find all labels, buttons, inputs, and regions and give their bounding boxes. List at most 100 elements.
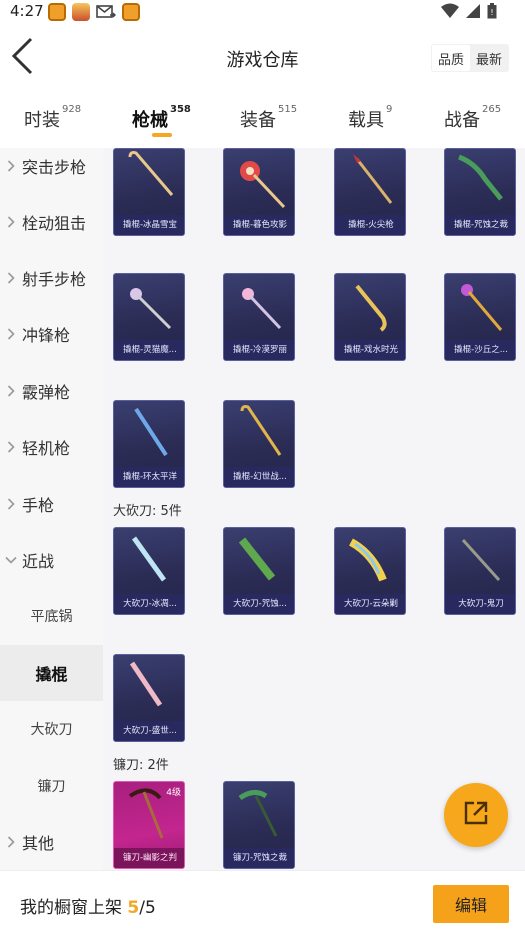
sidebar-item-melee[interactable]: 近战 [0, 532, 103, 588]
sidebar-item-label: 霰弹枪 [22, 383, 71, 402]
chevron-right-icon [0, 441, 22, 453]
tab-count: 928 [62, 104, 82, 115]
sidebar-item-bolt-sniper[interactable]: 栓动狙击 [0, 194, 103, 250]
item-card[interactable]: 撬棍-冷漠罗丽 [223, 273, 295, 361]
status-time: 4:27 [10, 2, 44, 20]
section-header-sickle: 镰刀: 2件 [113, 758, 169, 773]
sidebar-subitem-machete[interactable]: 大砍刀 [0, 701, 103, 757]
notification-icons [48, 3, 140, 25]
tab-label: 战备 [444, 110, 480, 131]
sidebar-item-lmg[interactable]: 轻机枪 [0, 419, 103, 475]
tab-equipment[interactable]: 装备515 [240, 104, 298, 132]
item-name: 撬棍-冷漠罗丽 [224, 340, 294, 360]
item-card[interactable]: 镰刀-咒蚀之裁 [223, 781, 295, 869]
item-name: 撬棍-沙丘之... [445, 340, 515, 360]
item-card[interactable]: 大砍刀-盛世... [113, 654, 185, 742]
showcase-label: 我的橱窗上架 [20, 898, 128, 918]
sort-toggle: 品质 最新 [430, 44, 509, 72]
level-badge: 4级 [166, 788, 181, 798]
showcase-bar: 我的橱窗上架 5/5 编辑 [0, 870, 525, 936]
crowbar-icon [240, 405, 282, 456]
item-name: 大砍刀-冰凋... [114, 594, 184, 614]
system-icons: ! [441, 3, 497, 23]
item-card[interactable]: 撬棍-灵猫魔... [113, 273, 185, 361]
item-card[interactable]: 撬棍-咒蚀之裁 [444, 148, 516, 236]
active-tab-indicator [152, 133, 172, 137]
sidebar-subitem-label: 镰刀 [37, 779, 66, 795]
sidebar-subitem-label: 大砍刀 [30, 722, 73, 738]
chevron-right-icon [0, 216, 22, 228]
chevron-right-icon [0, 328, 22, 340]
item-card[interactable]: 大砍刀-鬼刀 [444, 527, 516, 615]
item-card[interactable]: 撬棍-暮色攻影 [223, 148, 295, 236]
tab-vehicles[interactable]: 载具9 [348, 104, 392, 132]
item-name: 撬棍-暮色攻影 [224, 215, 294, 235]
tab-label: 枪械 [132, 110, 168, 131]
item-name: 撬棍-幻世战... [224, 467, 294, 487]
edit-button[interactable]: 编辑 [433, 885, 509, 923]
chevron-right-icon [0, 498, 22, 510]
sidebar-item-smg[interactable]: 冲锋枪 [0, 306, 103, 362]
cursed-crowbar-icon [458, 154, 503, 201]
tab-firearms[interactable]: 枪械358 [132, 104, 191, 132]
chevron-down-icon [0, 556, 22, 564]
app-icon [122, 3, 140, 21]
item-card[interactable]: 撬棍-冰晶雪宝 [113, 148, 185, 236]
cursed-sickle-icon [238, 790, 278, 837]
sidebar-item-label: 轻机枪 [22, 439, 71, 458]
sidebar-item-label: 栓动狙击 [22, 214, 87, 233]
item-card[interactable]: 撬棍-幻世战... [223, 400, 295, 488]
top-app-bar: 游戏仓库 品质 最新 [0, 24, 525, 94]
item-card[interactable]: 大砍刀-咒蚀... [223, 527, 295, 615]
back-button[interactable] [2, 36, 42, 80]
tab-count: 265 [482, 104, 502, 115]
sidebar-item-pistol[interactable]: 手枪 [0, 476, 103, 532]
item-card[interactable]: 撬棍-火尖枪 [334, 148, 406, 236]
sidebar-subitem-crowbar[interactable]: 撬棍 [0, 645, 103, 701]
cloud-machete-icon [348, 538, 387, 582]
item-grid: 撬棍-冰晶雪宝 撬棍-暮色攻影 撬棍-火尖枪 撬棍-咒蚀之裁 撬棍-灵猫魔...… [103, 148, 525, 870]
sidebar-item-label: 冲锋枪 [22, 326, 71, 345]
sort-by-quality[interactable]: 品质 [431, 45, 470, 71]
sidebar-item-label: 突击步枪 [22, 158, 87, 177]
share-fab[interactable] [444, 783, 508, 847]
item-card[interactable]: 撬棍-沙丘之... [444, 273, 516, 361]
chevron-left-icon [9, 36, 35, 80]
crowbar-icon [128, 151, 174, 196]
item-card[interactable]: 撬棍-环太平洋 [113, 400, 185, 488]
pinwheel-crowbar-icon [240, 161, 286, 209]
item-name: 镰刀-咒蚀之裁 [224, 848, 294, 868]
sidebar-subitem-frying-pan[interactable]: 平底锅 [0, 588, 103, 644]
chevron-right-icon [0, 272, 22, 284]
item-card[interactable]: 撬棍-戏水时光 [334, 273, 406, 361]
sidebar-item-marksman-rifle[interactable]: 射手步枪 [0, 250, 103, 306]
item-name: 撬棍-戏水时光 [335, 340, 405, 360]
status-bar: 4:27 ! [0, 0, 525, 24]
item-card[interactable]: 大砍刀-冰凋... [113, 527, 185, 615]
sidebar-item-assault-rifle[interactable]: 突击步枪 [0, 138, 103, 194]
showcase-current-count: 5 [127, 898, 140, 918]
sidebar-item-label: 近战 [22, 552, 55, 571]
item-card[interactable]: 大砍刀-云朵剿 [334, 527, 406, 615]
sidebar-item-label: 射手步枪 [22, 270, 87, 289]
item-name: 撬棍-火尖枪 [335, 215, 405, 235]
item-name: 大砍刀-咒蚀... [224, 594, 294, 614]
sidebar-subitem-sickle[interactable]: 镰刀 [0, 758, 103, 814]
tab-fashion[interactable]: 时装928 [24, 104, 82, 132]
sidebar-subitem-label: 撬棍 [35, 665, 68, 684]
sort-by-latest[interactable]: 最新 [470, 45, 508, 71]
item-name: 撬棍-冰晶雪宝 [114, 215, 184, 235]
weapon-category-sidebar: 突击步枪 栓动狙击 射手步枪 冲锋枪 霰弹枪 轻机枪 手枪 近战 平底锅 撬棍 … [0, 148, 103, 870]
tab-count: 515 [278, 104, 298, 115]
sidebar-item-shotgun[interactable]: 霰弹枪 [0, 363, 103, 419]
scepter-icon [130, 288, 172, 330]
tab-tactical-gear[interactable]: 战备265 [444, 104, 502, 132]
ghost-blade-icon [461, 538, 501, 582]
sidebar-item-other[interactable]: 其他 [0, 814, 103, 870]
chevron-right-icon [0, 160, 22, 172]
item-card[interactable]: 4级 镰刀-幽影之判 [113, 781, 185, 869]
sidebar-subitem-label: 平底锅 [30, 609, 73, 625]
mail-icon [96, 3, 116, 25]
wifi-icon [441, 3, 459, 23]
item-name: 撬棍-环太平洋 [114, 467, 184, 487]
